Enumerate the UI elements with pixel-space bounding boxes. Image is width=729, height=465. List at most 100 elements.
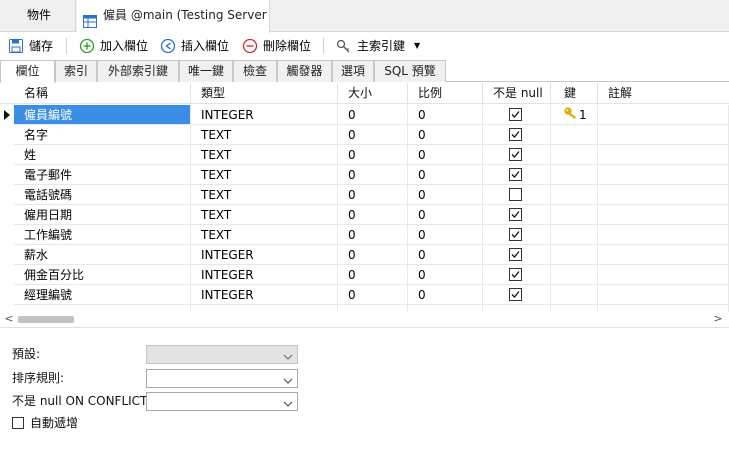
cell-size[interactable]: 0 [338, 245, 408, 265]
cell-comment[interactable] [598, 245, 729, 265]
cell-comment[interactable] [598, 225, 729, 245]
cell-type[interactable]: TEXT [191, 185, 338, 205]
tab-triggers[interactable]: 觸發器 [277, 60, 332, 82]
not-null-checkbox[interactable] [509, 288, 522, 301]
column-header-type[interactable]: 類型 [191, 83, 338, 104]
cell-key[interactable] [551, 205, 598, 225]
cell-comment[interactable] [598, 145, 729, 165]
cell-type[interactable]: TEXT [191, 225, 338, 245]
cell-name[interactable]: 佣金百分比 [14, 265, 191, 285]
on-conflict-combo[interactable] [146, 392, 298, 411]
fields-grid[interactable]: 名稱 類型 大小 比例 不是 null 鍵 註解 僱員編號 INTEGER 0 0 1 名… [0, 83, 729, 312]
cell-comment[interactable] [598, 165, 729, 185]
cell-size[interactable]: 0 [338, 105, 408, 125]
cell-key[interactable] [551, 125, 598, 145]
table-row[interactable]: 經理編號 INTEGER 0 0 [0, 285, 729, 305]
cell-not-null[interactable] [483, 205, 551, 225]
cell-name[interactable]: 僱用日期 [14, 205, 191, 225]
cell-name[interactable]: 僱員編號 [14, 105, 191, 125]
cell-size[interactable]: 0 [338, 265, 408, 285]
collation-combo[interactable] [146, 369, 298, 388]
cell-not-null[interactable] [483, 305, 551, 312]
cell-scale[interactable]: 0 [408, 225, 483, 245]
cell-key[interactable] [551, 225, 598, 245]
column-header-not-null[interactable]: 不是 null [483, 83, 551, 104]
not-null-checkbox[interactable] [509, 248, 522, 261]
cell-type[interactable]: TEXT [191, 165, 338, 185]
cell-key[interactable] [551, 245, 598, 265]
column-header-size[interactable]: 大小 [338, 83, 408, 104]
cell-not-null[interactable] [483, 185, 551, 205]
cell-type[interactable]: TEXT [191, 145, 338, 165]
cell-size[interactable]: 0 [338, 185, 408, 205]
tab-unique-keys[interactable]: 唯一鍵 [179, 60, 233, 82]
horizontal-scrollbar[interactable]: < > [0, 312, 729, 326]
cell-key[interactable] [551, 285, 598, 305]
primary-key-button[interactable]: 主索引鍵 ▼ [336, 36, 426, 56]
cell-not-null[interactable] [483, 225, 551, 245]
tab-table-designer[interactable]: 僱員 @main (Testing Server 0... [77, 0, 270, 33]
cell-key[interactable] [551, 145, 598, 165]
cell-name[interactable]: 工作編號 [14, 225, 191, 245]
cell-name[interactable]: 名字 [14, 125, 191, 145]
scrollbar-thumb[interactable] [18, 316, 74, 323]
cell-key[interactable] [551, 165, 598, 185]
column-header-key[interactable]: 鍵 [551, 83, 598, 104]
not-null-checkbox[interactable] [509, 128, 522, 141]
cell-key[interactable] [551, 265, 598, 285]
cell-scale[interactable]: 0 [408, 205, 483, 225]
cell-key[interactable] [551, 305, 598, 312]
cell-scale[interactable]: 0 [408, 265, 483, 285]
tab-checks[interactable]: 檢查 [233, 60, 277, 82]
cell-name[interactable]: 經理編號 [14, 285, 191, 305]
not-null-checkbox[interactable] [509, 208, 522, 221]
not-null-checkbox[interactable] [509, 168, 522, 181]
default-combo[interactable] [146, 345, 298, 364]
cell-comment[interactable] [598, 305, 729, 312]
cell-scale[interactable]: 0 [408, 245, 483, 265]
tab-foreign-keys[interactable]: 外部索引鍵 [97, 60, 179, 82]
scroll-right-icon[interactable]: > [711, 312, 725, 326]
cell-scale[interactable]: 0 [408, 105, 483, 125]
cell-scale[interactable] [408, 305, 483, 312]
cell-not-null[interactable] [483, 105, 551, 125]
not-null-checkbox[interactable] [509, 188, 522, 201]
table-row[interactable]: 名字 TEXT 0 0 [0, 125, 729, 145]
cell-type[interactable]: TEXT [191, 205, 338, 225]
table-row[interactable]: 僱員編號 INTEGER 0 0 1 [0, 105, 729, 125]
table-row[interactable]: 電子郵件 TEXT 0 0 [0, 165, 729, 185]
cell-size[interactable]: 0 [338, 125, 408, 145]
cell-type[interactable]: INTEGER [191, 265, 338, 285]
cell-not-null[interactable] [483, 125, 551, 145]
table-row[interactable]: 姓 TEXT 0 0 [0, 145, 729, 165]
cell-comment[interactable] [598, 125, 729, 145]
cell-comment[interactable] [598, 205, 729, 225]
tab-fields[interactable]: 欄位 [0, 60, 55, 83]
autoincrement-checkbox[interactable] [12, 417, 24, 429]
cell-not-null[interactable] [483, 145, 551, 165]
cell-size[interactable]: 0 [338, 225, 408, 245]
cell-type[interactable] [191, 305, 338, 312]
cell-not-null[interactable] [483, 165, 551, 185]
cell-not-null[interactable] [483, 285, 551, 305]
tab-sql-preview[interactable]: SQL 預覽 [374, 60, 446, 82]
not-null-checkbox[interactable] [509, 148, 522, 161]
table-row[interactable] [0, 305, 729, 312]
table-row[interactable]: 薪水 INTEGER 0 0 [0, 245, 729, 265]
cell-name[interactable] [14, 305, 191, 312]
cell-scale[interactable]: 0 [408, 185, 483, 205]
cell-size[interactable]: 0 [338, 205, 408, 225]
tab-options[interactable]: 選項 [332, 60, 374, 82]
cell-name[interactable]: 薪水 [14, 245, 191, 265]
cell-name[interactable]: 電子郵件 [14, 165, 191, 185]
cell-key[interactable]: 1 [551, 105, 598, 125]
cell-comment[interactable] [598, 105, 729, 125]
cell-size[interactable]: 0 [338, 285, 408, 305]
not-null-checkbox[interactable] [509, 108, 522, 121]
cell-size[interactable] [338, 305, 408, 312]
cell-name[interactable]: 姓 [14, 145, 191, 165]
cell-not-null[interactable] [483, 265, 551, 285]
cell-type[interactable]: INTEGER [191, 285, 338, 305]
cell-size[interactable]: 0 [338, 165, 408, 185]
column-header-scale[interactable]: 比例 [408, 83, 483, 104]
